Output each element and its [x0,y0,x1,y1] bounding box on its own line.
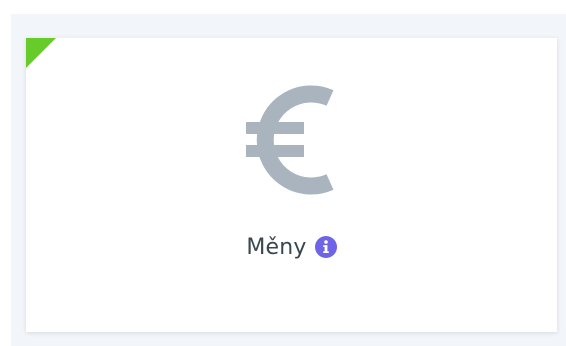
title-row: Měny [26,232,557,262]
card-title: Měny [246,234,307,260]
euro-icon [26,82,557,198]
info-icon[interactable] [314,236,337,258]
corner-badge [26,38,56,68]
currencies-card[interactable]: Měny [26,38,557,332]
